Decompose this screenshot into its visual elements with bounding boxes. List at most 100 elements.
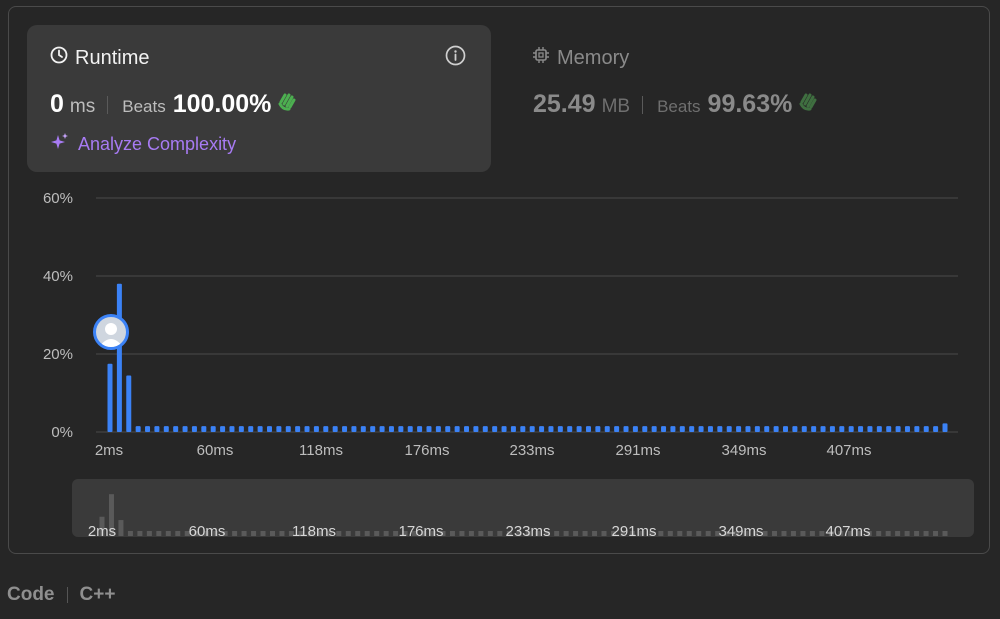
chart-bar[interactable]: [116, 283, 122, 432]
chart-bar[interactable]: [623, 426, 629, 432]
user-avatar-marker[interactable]: [93, 314, 129, 350]
chart-bar[interactable]: [707, 426, 713, 432]
chart-bar[interactable]: [426, 426, 432, 432]
chart-bar[interactable]: [323, 426, 329, 432]
chart-bar[interactable]: [398, 426, 404, 432]
chart-bar[interactable]: [482, 426, 488, 432]
chart-bar[interactable]: [820, 426, 826, 432]
chart-bar[interactable]: [585, 426, 591, 432]
chart-bar[interactable]: [201, 426, 207, 432]
chart-bar[interactable]: [783, 426, 789, 432]
chart-bar[interactable]: [642, 426, 648, 432]
chart-bar[interactable]: [792, 426, 798, 432]
chart-bar[interactable]: [417, 426, 423, 432]
chart-bar[interactable]: [764, 426, 770, 432]
chart-bar[interactable]: [745, 426, 751, 432]
chart-bar[interactable]: [107, 363, 113, 432]
chart-bar[interactable]: [876, 426, 882, 432]
chart-bar[interactable]: [454, 426, 460, 432]
chart-bar[interactable]: [379, 426, 385, 432]
chart-bar[interactable]: [839, 426, 845, 432]
chart-bar[interactable]: [811, 426, 817, 432]
chart-bar[interactable]: [670, 426, 676, 432]
chart-bar[interactable]: [829, 426, 835, 432]
chart-bar[interactable]: [145, 426, 151, 432]
chart-bar[interactable]: [604, 426, 610, 432]
chart-bar[interactable]: [445, 426, 451, 432]
chart-bar[interactable]: [154, 426, 160, 432]
chart-bar[interactable]: [182, 426, 188, 432]
chart-bar[interactable]: [595, 426, 601, 432]
chart-bar[interactable]: [548, 426, 554, 432]
chart-bar[interactable]: [407, 426, 413, 432]
chart-bar[interactable]: [848, 426, 854, 432]
chart-bar[interactable]: [276, 426, 282, 432]
chart-bar[interactable]: [539, 426, 545, 432]
chart-bar[interactable]: [867, 426, 873, 432]
chart-bar[interactable]: [351, 426, 357, 432]
chart-bar[interactable]: [248, 426, 254, 432]
chart-bar[interactable]: [904, 426, 910, 432]
chart-bar[interactable]: [895, 426, 901, 432]
chart-bar[interactable]: [651, 426, 657, 432]
chart-bar[interactable]: [923, 426, 929, 432]
chart-bar[interactable]: [464, 426, 470, 432]
chart-bar[interactable]: [529, 426, 535, 432]
chart-bar[interactable]: [933, 426, 939, 432]
chart-bar[interactable]: [858, 426, 864, 432]
language-label[interactable]: C++: [80, 584, 116, 606]
chart-bar[interactable]: [238, 426, 244, 432]
mini-chart-bar: [269, 531, 275, 536]
x-tick-label: 176ms: [404, 442, 449, 459]
chart-bar[interactable]: [210, 426, 216, 432]
chart-bar[interactable]: [801, 426, 807, 432]
divider: [107, 96, 109, 114]
chart-bar[interactable]: [304, 426, 310, 432]
chart-bar[interactable]: [266, 426, 272, 432]
chart-bar[interactable]: [126, 375, 132, 432]
chart-bar[interactable]: [576, 426, 582, 432]
chart-bar[interactable]: [229, 426, 235, 432]
chart-bar[interactable]: [313, 426, 319, 432]
chart-bar[interactable]: [360, 426, 366, 432]
chart-bar[interactable]: [435, 426, 441, 432]
chart-bar[interactable]: [736, 426, 742, 432]
chart-bar[interactable]: [191, 426, 197, 432]
chart-bar[interactable]: [886, 426, 892, 432]
chart-bar[interactable]: [661, 426, 667, 432]
mini-x-tick-label: 291ms: [611, 523, 656, 537]
chart-bar[interactable]: [614, 426, 620, 432]
chart-range-selector[interactable]: 2ms 60ms 118ms 176ms 233ms 291ms 349ms 407ms: [72, 479, 974, 537]
chart-bar[interactable]: [689, 426, 695, 432]
chart-bar[interactable]: [717, 426, 723, 432]
chart-bar[interactable]: [220, 426, 226, 432]
chart-bar[interactable]: [342, 426, 348, 432]
chart-bar[interactable]: [163, 426, 169, 432]
chart-bar[interactable]: [557, 426, 563, 432]
chart-bar[interactable]: [942, 423, 948, 432]
chart-bar[interactable]: [698, 426, 704, 432]
chart-bar[interactable]: [388, 426, 394, 432]
chart-bar[interactable]: [285, 426, 291, 432]
memory-title[interactable]: Memory: [532, 46, 629, 70]
chart-bar[interactable]: [679, 426, 685, 432]
chart-bar[interactable]: [473, 426, 479, 432]
chart-bar[interactable]: [520, 426, 526, 432]
info-icon[interactable]: [445, 45, 466, 71]
chart-bar[interactable]: [914, 426, 920, 432]
chart-bar[interactable]: [295, 426, 301, 432]
chart-bar[interactable]: [501, 426, 507, 432]
chart-bar[interactable]: [173, 426, 179, 432]
analyze-complexity-button[interactable]: Analyze Complexity: [50, 132, 236, 157]
chart-bar[interactable]: [567, 426, 573, 432]
chart-bar[interactable]: [135, 426, 141, 432]
chart-bar[interactable]: [510, 426, 516, 432]
chart-bar[interactable]: [754, 426, 760, 432]
chart-bar[interactable]: [726, 426, 732, 432]
chart-bar[interactable]: [370, 426, 376, 432]
chart-bar[interactable]: [332, 426, 338, 432]
chart-bar[interactable]: [492, 426, 498, 432]
chart-bar[interactable]: [632, 426, 638, 432]
chart-bar[interactable]: [257, 426, 263, 432]
chart-bar[interactable]: [773, 426, 779, 432]
